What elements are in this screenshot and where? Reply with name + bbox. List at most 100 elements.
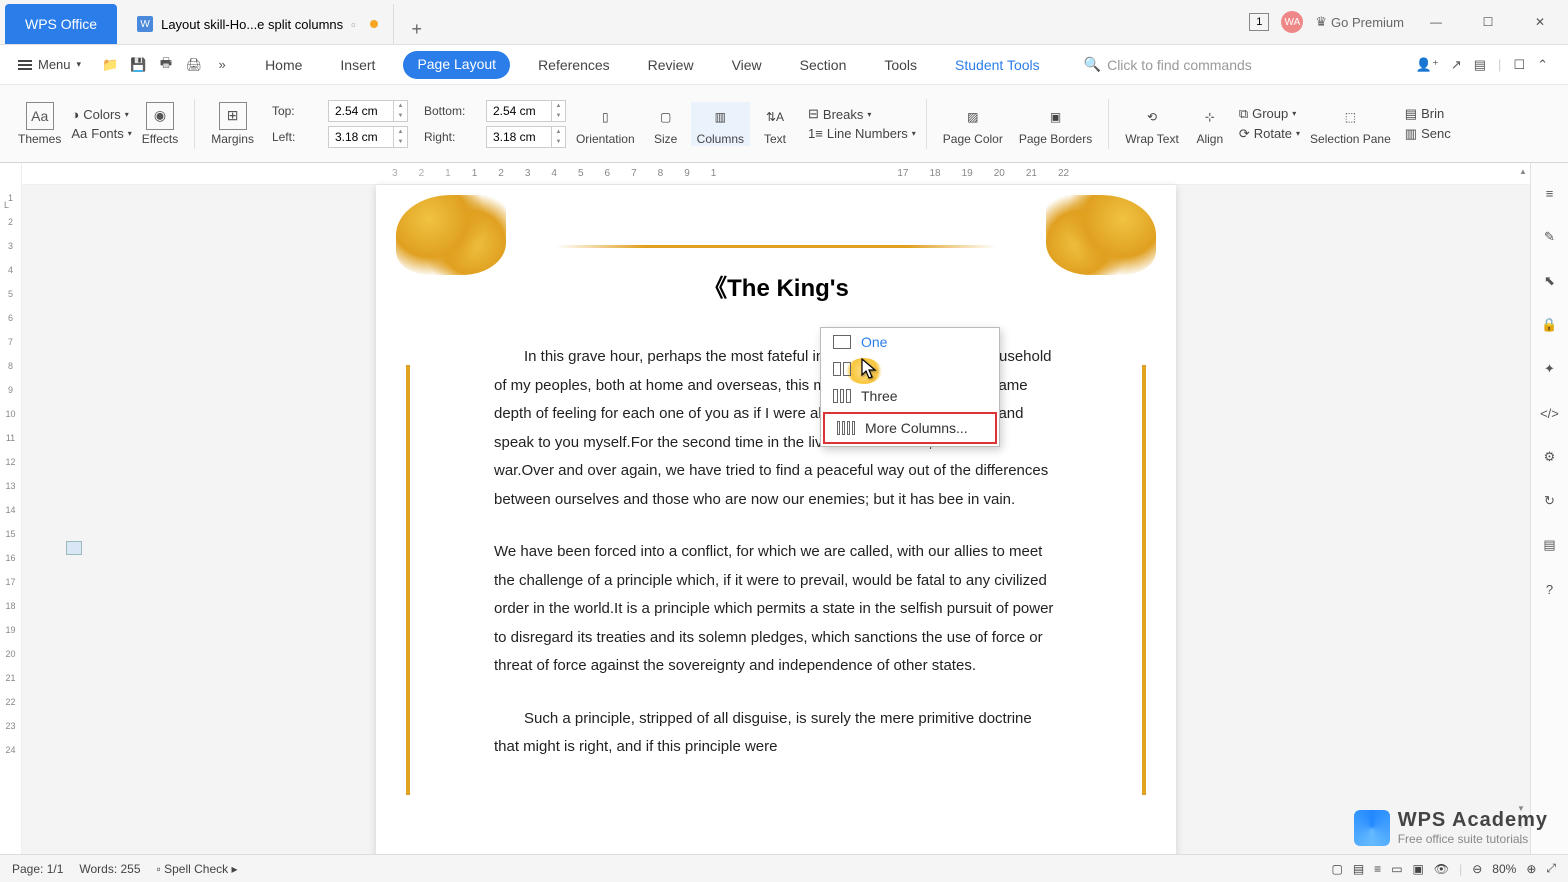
orientation-label: Orientation <box>576 132 635 146</box>
colors-button[interactable]: ◑Colors▾ <box>71 107 131 122</box>
tab-page-layout[interactable]: Page Layout <box>403 51 510 79</box>
align-button[interactable]: ⊹Align <box>1189 102 1231 146</box>
vertical-scrollbar[interactable]: ▲ ▼ ◦ ◦ <box>1516 163 1530 854</box>
margin-top-input[interactable]: 2.54 cm▲▼ <box>328 100 408 122</box>
margin-right-value: 3.18 cm <box>493 130 536 144</box>
columns-option-more[interactable]: More Columns... <box>823 412 997 444</box>
tab-insert[interactable]: Insert <box>330 51 385 79</box>
select-icon[interactable]: ⬉ <box>1540 271 1560 291</box>
view-reading-icon[interactable]: ▭ <box>1391 862 1402 876</box>
view-badge[interactable]: 1 <box>1249 13 1269 31</box>
document-tab[interactable]: W Layout skill-Ho...e split columns ▫ <box>122 4 394 44</box>
edit-icon[interactable]: ✎ <box>1540 227 1560 247</box>
horizontal-ruler[interactable]: 321 1234567891 171819202122 <box>22 163 1530 185</box>
columns-button[interactable]: ▥Columns <box>691 102 750 146</box>
view-focus-icon[interactable]: ▣ <box>1413 862 1424 876</box>
history-icon[interactable]: ↻ <box>1540 491 1560 511</box>
wrap-text-button[interactable]: ⟲Wrap Text <box>1119 102 1185 146</box>
group-icon: ⧉ <box>1239 106 1248 122</box>
more-qat-icon[interactable]: » <box>213 56 231 74</box>
print-preview-icon[interactable]: 🖶 <box>157 56 175 74</box>
page-borders-button[interactable]: ▣Page Borders <box>1013 102 1098 146</box>
columns-more-label: More Columns... <box>865 420 968 436</box>
margin-right-input[interactable]: 3.18 cm▲▼ <box>486 126 566 148</box>
translate-icon[interactable]: ✦ <box>1540 359 1560 379</box>
paragraph-handle-icon[interactable] <box>66 541 82 555</box>
fonts-button[interactable]: AaFonts▾ <box>71 126 131 141</box>
document-area[interactable]: 321 1234567891 171819202122 《The King's … <box>22 163 1530 854</box>
tab-home[interactable]: Home <box>255 51 312 79</box>
tab-references[interactable]: References <box>528 51 620 79</box>
view-print-icon[interactable]: ▢ <box>1331 862 1342 876</box>
status-words[interactable]: Words: 255 <box>79 862 140 876</box>
scroll-up-icon[interactable]: ▲ <box>1518 167 1528 177</box>
rotate-button[interactable]: ⟳Rotate▾ <box>1239 126 1300 142</box>
code-icon[interactable]: </> <box>1540 403 1560 423</box>
page-color-button[interactable]: ▨Page Color <box>937 102 1009 146</box>
tab-view[interactable]: View <box>722 51 772 79</box>
group-button[interactable]: ⧉Group▾ <box>1239 106 1300 122</box>
themes-group[interactable]: Aa Themes <box>12 102 67 146</box>
window-minimize[interactable]: — <box>1416 7 1456 37</box>
selection-pane-button[interactable]: ⬚Selection Pane <box>1304 102 1397 146</box>
document-body[interactable]: In this grave hour, perhaps the most fat… <box>436 343 1116 762</box>
app-button[interactable]: WPS Office <box>5 4 117 44</box>
line-numbers-button[interactable]: 1≡Line Numbers▾ <box>808 126 916 141</box>
text-direction-button[interactable]: ⇅AText <box>754 102 796 146</box>
document-page[interactable]: 《The King's In this grave hour, perhaps … <box>376 185 1176 854</box>
layout-icon[interactable]: ▤ <box>1474 57 1486 73</box>
size-button[interactable]: ▢Size <box>645 102 687 146</box>
print-icon[interactable]: 🖨 <box>185 56 203 74</box>
add-tab-button[interactable]: + <box>402 14 432 44</box>
settings-icon[interactable]: ☐ <box>1513 57 1525 73</box>
status-page[interactable]: Page: 1/1 <box>12 862 63 876</box>
view-web-icon[interactable]: ▤ <box>1353 862 1364 876</box>
status-spell-check[interactable]: ▫ Spell Check ▸ <box>157 862 238 876</box>
tab-tools[interactable]: Tools <box>874 51 927 79</box>
orientation-button[interactable]: ▯Orientation <box>570 102 641 146</box>
collapse-ribbon-icon[interactable]: ⌃ <box>1537 57 1548 73</box>
zoom-out-icon[interactable]: ⊖ <box>1472 862 1482 876</box>
vertical-ruler[interactable]: L 12345678910111213141516171819202122232… <box>0 163 22 854</box>
outline-icon[interactable]: ▤ <box>1540 535 1560 555</box>
help-icon[interactable]: ? <box>1540 579 1560 599</box>
command-search[interactable]: 🔍 Click to find commands <box>1084 56 1252 73</box>
window-maximize[interactable]: ☐ <box>1468 7 1508 37</box>
tab-options-icon[interactable]: ▫ <box>351 17 356 32</box>
zoom-in-icon[interactable]: ⊕ <box>1526 862 1536 876</box>
margins-button[interactable]: ⊞ Margins <box>205 102 260 146</box>
wrap-text-icon: ⟲ <box>1137 102 1167 132</box>
margin-left-input[interactable]: 3.18 cm▲▼ <box>328 126 408 148</box>
breaks-button[interactable]: ⊟Breaks▾ <box>808 106 916 122</box>
lock-icon[interactable]: 🔒 <box>1540 315 1560 335</box>
effects-button[interactable]: ◉ Effects <box>136 102 184 146</box>
rotate-icon: ⟳ <box>1239 126 1250 142</box>
open-icon[interactable]: 📁 <box>101 56 119 74</box>
tab-student-tools[interactable]: Student Tools <box>945 51 1050 79</box>
columns-three-label: Three <box>861 388 898 404</box>
selection-pane-icon: ⬚ <box>1335 102 1365 132</box>
fit-icon[interactable]: ⤢ <box>1546 861 1556 876</box>
send-backward-button[interactable]: ▥Senc <box>1405 126 1451 142</box>
columns-option-one[interactable]: One <box>821 328 999 356</box>
wps-academy-watermark: WPS Academy Free office suite tutorials <box>1354 809 1548 846</box>
zoom-level[interactable]: 80% <box>1492 862 1516 876</box>
tab-section[interactable]: Section <box>790 51 857 79</box>
bring-forward-button[interactable]: ▤Brin <box>1405 106 1451 122</box>
columns-option-three[interactable]: Three <box>821 382 999 410</box>
view-outline-icon[interactable]: ≡ <box>1374 862 1381 876</box>
export-icon[interactable]: ↗ <box>1451 57 1462 73</box>
one-column-icon <box>833 335 851 349</box>
tab-review[interactable]: Review <box>638 51 704 79</box>
user-avatar[interactable]: WA <box>1281 11 1303 33</box>
share-icon[interactable]: 👤⁺ <box>1416 57 1439 73</box>
margin-bottom-input[interactable]: 2.54 cm▲▼ <box>486 100 566 122</box>
columns-option-two[interactable] <box>821 356 999 382</box>
window-close[interactable]: ✕ <box>1520 7 1560 37</box>
menu-button[interactable]: Menu ▾ <box>10 53 89 76</box>
save-icon[interactable]: 💾 <box>129 56 147 74</box>
settings-panel-icon[interactable]: ⚙ <box>1540 447 1560 467</box>
view-eye-icon[interactable]: 👁 <box>1434 862 1449 876</box>
hamburger-panel-icon[interactable]: ≡ <box>1540 183 1560 203</box>
go-premium-button[interactable]: ♛ Go Premium <box>1315 14 1404 30</box>
